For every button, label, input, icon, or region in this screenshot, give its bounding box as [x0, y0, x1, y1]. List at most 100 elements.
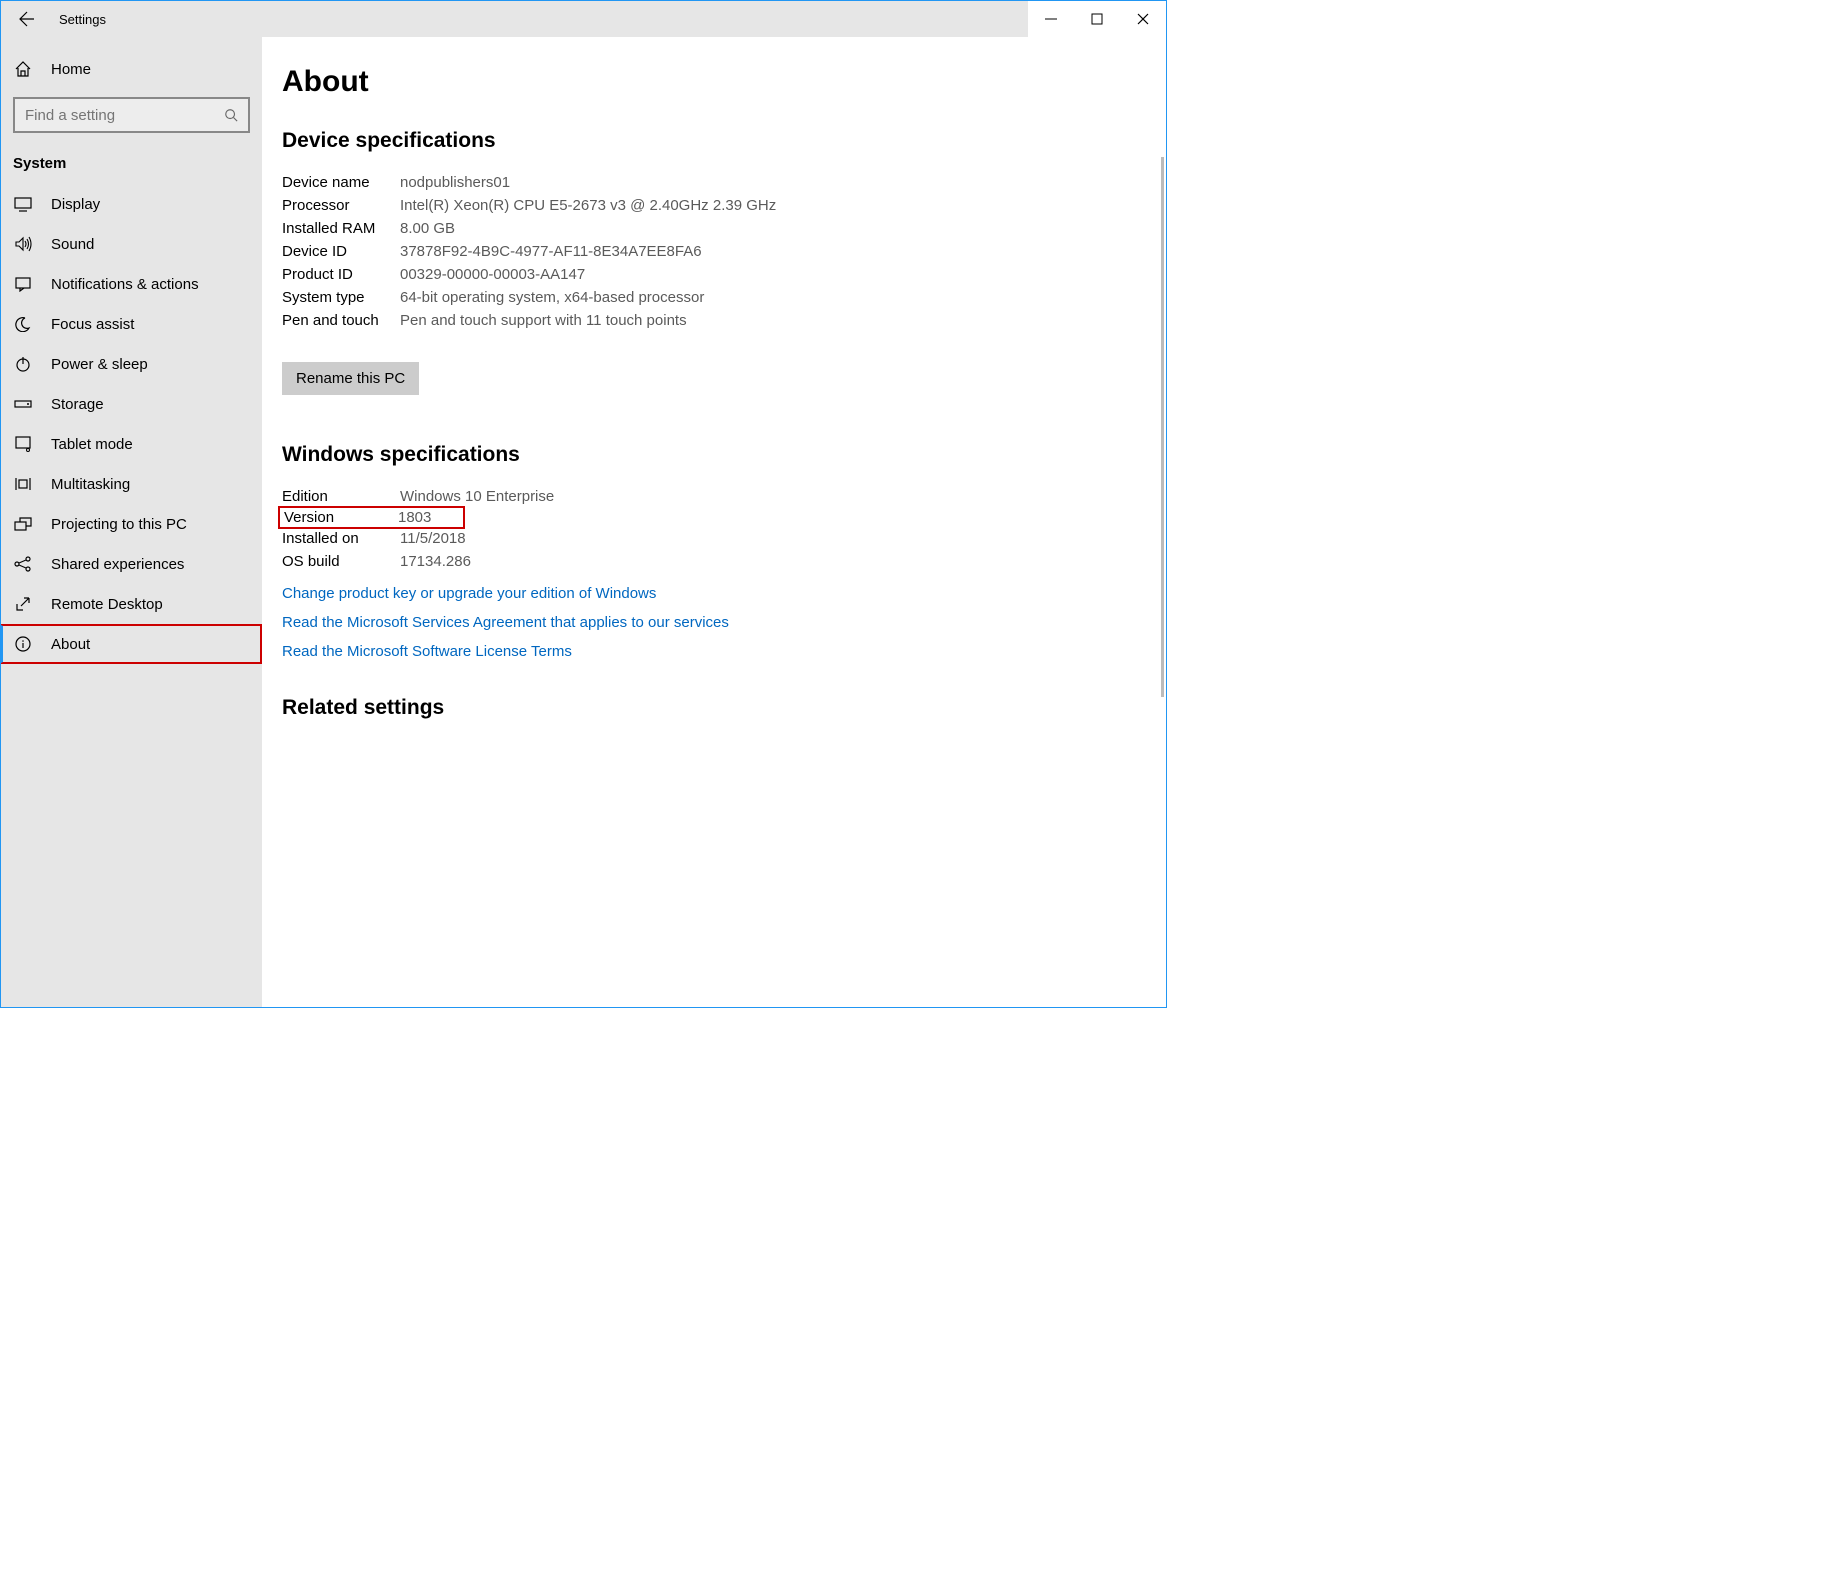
power-icon	[13, 354, 33, 374]
sidebar-label: About	[51, 636, 90, 653]
spec-label: OS build	[282, 553, 400, 570]
sidebar-label: Tablet mode	[51, 436, 133, 453]
sidebar-item-about[interactable]: About	[1, 624, 262, 664]
maximize-icon	[1091, 13, 1103, 25]
sidebar-label: Projecting to this PC	[51, 516, 187, 533]
spec-label: Pen and touch	[282, 312, 400, 329]
sidebar-label: Remote Desktop	[51, 596, 163, 613]
sidebar-label: Storage	[51, 396, 104, 413]
sidebar-item-tablet[interactable]: Tablet mode	[1, 424, 262, 464]
spec-row-pentouch: Pen and touch Pen and touch support with…	[282, 309, 1166, 332]
spec-value: 00329-00000-00003-AA147	[400, 266, 585, 283]
spec-label: System type	[282, 289, 400, 306]
search-icon	[224, 107, 238, 123]
device-specs-heading: Device specifications	[282, 129, 1166, 153]
sidebar-item-multitasking[interactable]: Multitasking	[1, 464, 262, 504]
sidebar-label: Shared experiences	[51, 556, 184, 573]
spec-value: 17134.286	[400, 553, 471, 570]
spec-value: 64-bit operating system, x64-based proce…	[400, 289, 704, 306]
moon-icon	[13, 314, 33, 334]
sidebar-item-sound[interactable]: Sound	[1, 224, 262, 264]
spec-label: Processor	[282, 197, 400, 214]
sidebar: Home System Display Sound Notifications …	[1, 37, 262, 1007]
spec-value: 37878F92-4B9C-4977-AF11-8E34A7EE8FA6	[400, 243, 702, 260]
back-button[interactable]	[9, 1, 45, 37]
window-title: Settings	[59, 12, 106, 27]
spec-value: Pen and touch support with 11 touch poin…	[400, 312, 687, 329]
storage-icon	[13, 394, 33, 414]
scrollbar[interactable]	[1161, 157, 1164, 697]
home-label: Home	[51, 61, 91, 78]
close-button[interactable]	[1120, 1, 1166, 37]
remote-icon	[13, 594, 33, 614]
license-terms-link[interactable]: Read the Microsoft Software License Term…	[282, 643, 1166, 660]
spec-row-productid: Product ID 00329-00000-00003-AA147	[282, 263, 1166, 286]
spec-label: Version	[284, 509, 398, 526]
spec-value: nodpublishers01	[400, 174, 510, 191]
spec-value: 8.00 GB	[400, 220, 455, 237]
change-product-key-link[interactable]: Change product key or upgrade your editi…	[282, 585, 1166, 602]
content-pane: About Device specifications Device name …	[262, 37, 1166, 1007]
window-controls	[1028, 1, 1166, 37]
info-icon	[13, 634, 33, 654]
spec-label: Edition	[282, 488, 400, 505]
shared-icon	[13, 554, 33, 574]
arrow-left-icon	[19, 11, 35, 27]
minimize-button[interactable]	[1028, 1, 1074, 37]
sidebar-label: Sound	[51, 236, 94, 253]
search-input[interactable]	[25, 107, 224, 124]
sidebar-label: Focus assist	[51, 316, 134, 333]
services-agreement-link[interactable]: Read the Microsoft Services Agreement th…	[282, 614, 1166, 631]
minimize-icon	[1045, 13, 1057, 25]
spec-label: Installed RAM	[282, 220, 400, 237]
titlebar-left: Settings	[1, 1, 1028, 37]
windows-specs-table: Edition Windows 10 Enterprise Version 18…	[282, 485, 1166, 573]
spec-row-edition: Edition Windows 10 Enterprise	[282, 485, 1166, 508]
titlebar: Settings	[1, 1, 1166, 37]
spec-label: Installed on	[282, 530, 400, 547]
spec-row-devicename: Device name nodpublishers01	[282, 171, 1166, 194]
spec-label: Product ID	[282, 266, 400, 283]
home-icon	[13, 59, 33, 79]
spec-value: Windows 10 Enterprise	[400, 488, 554, 505]
sidebar-item-shared[interactable]: Shared experiences	[1, 544, 262, 584]
main-layout: Home System Display Sound Notifications …	[1, 37, 1166, 1007]
rename-pc-button[interactable]: Rename this PC	[282, 362, 419, 395]
page-title: About	[282, 65, 1166, 99]
sidebar-item-focus[interactable]: Focus assist	[1, 304, 262, 344]
spec-label: Device ID	[282, 243, 400, 260]
sidebar-label: Power & sleep	[51, 356, 148, 373]
home-nav[interactable]: Home	[1, 49, 262, 89]
close-icon	[1137, 13, 1149, 25]
search-box[interactable]	[13, 97, 250, 133]
sound-icon	[13, 234, 33, 254]
device-specs-table: Device name nodpublishers01 Processor In…	[282, 171, 1166, 332]
spec-label: Device name	[282, 174, 400, 191]
multitasking-icon	[13, 474, 33, 494]
spec-row-deviceid: Device ID 37878F92-4B9C-4977-AF11-8E34A7…	[282, 240, 1166, 263]
spec-value: Intel(R) Xeon(R) CPU E5-2673 v3 @ 2.40GH…	[400, 197, 776, 214]
maximize-button[interactable]	[1074, 1, 1120, 37]
sidebar-item-storage[interactable]: Storage	[1, 384, 262, 424]
sidebar-item-projecting[interactable]: Projecting to this PC	[1, 504, 262, 544]
spec-row-processor: Processor Intel(R) Xeon(R) CPU E5-2673 v…	[282, 194, 1166, 217]
sidebar-item-notifications[interactable]: Notifications & actions	[1, 264, 262, 304]
sidebar-label: Multitasking	[51, 476, 130, 493]
spec-value: 1803	[398, 509, 459, 526]
sidebar-item-remote[interactable]: Remote Desktop	[1, 584, 262, 624]
sidebar-label: Notifications & actions	[51, 276, 199, 293]
spec-row-ram: Installed RAM 8.00 GB	[282, 217, 1166, 240]
sidebar-item-power[interactable]: Power & sleep	[1, 344, 262, 384]
spec-row-systemtype: System type 64-bit operating system, x64…	[282, 286, 1166, 309]
notification-icon	[13, 274, 33, 294]
tablet-icon	[13, 434, 33, 454]
related-settings-heading: Related settings	[282, 696, 1166, 720]
display-icon	[13, 194, 33, 214]
sidebar-item-display[interactable]: Display	[1, 184, 262, 224]
windows-specs-heading: Windows specifications	[282, 443, 1166, 467]
sidebar-label: Display	[51, 196, 100, 213]
projecting-icon	[13, 514, 33, 534]
spec-row-version: Version 1803	[278, 506, 465, 529]
spec-row-osbuild: OS build 17134.286	[282, 550, 1166, 573]
spec-row-installedon: Installed on 11/5/2018	[282, 527, 1166, 550]
